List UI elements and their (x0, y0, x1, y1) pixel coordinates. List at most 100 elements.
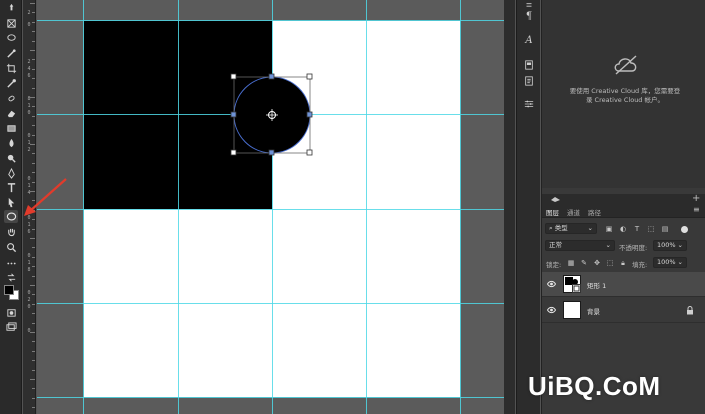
ruler-tick (32, 388, 35, 389)
layer-filter-value: 类型 (554, 224, 568, 232)
panel-add-icon[interactable]: + (692, 193, 700, 204)
eraser-tool-icon[interactable] (4, 107, 18, 120)
hand-tool-icon[interactable] (4, 226, 18, 239)
ruler-tick (32, 163, 35, 164)
canvas-workspace[interactable] (37, 0, 515, 414)
transform-handle[interactable] (230, 73, 237, 80)
ruler-tick (32, 172, 35, 173)
libraries-panel-icon[interactable] (521, 58, 537, 72)
ruler-tick (32, 153, 35, 154)
quick-select-tool-icon[interactable] (4, 47, 18, 60)
layer-thumbnail (563, 275, 581, 293)
opacity-label: 不透明度: (619, 244, 648, 252)
transform-handle[interactable] (230, 111, 237, 118)
site-watermark: UiBQ.CoM (528, 371, 661, 401)
layer-filter-select[interactable]: ⌕ 类型 ⌄ (545, 223, 597, 234)
ruler-number: 2 (27, 297, 31, 303)
cc-login-message: 要使用 Creative Cloud 库，您需要登 录 Creative Clo… (560, 87, 690, 105)
blend-mode-select[interactable]: 正常 ⌄ (545, 240, 615, 251)
paragraph-panel-icon[interactable]: ¶ (521, 9, 537, 23)
ruler-tick (32, 41, 35, 42)
tab-layers[interactable]: 图层 (546, 207, 559, 217)
properties-panel-icon[interactable] (521, 74, 537, 88)
eye-icon[interactable] (547, 280, 556, 288)
eye-icon[interactable] (547, 306, 556, 314)
pen-tool-icon[interactable] (4, 167, 18, 180)
ruler-tick (32, 12, 35, 13)
blur-tool-icon[interactable] (4, 137, 18, 150)
filter-shape-icon[interactable]: ⬚ (647, 225, 655, 233)
quick-mask-icon[interactable] (4, 306, 18, 319)
ruler-tick (32, 229, 35, 230)
ruler-number: 1 (27, 222, 31, 228)
swap-colors-icon[interactable] (4, 271, 18, 284)
ruler-tick (32, 69, 35, 70)
ruler-tick (30, 285, 35, 286)
filter-adjustment-icon[interactable]: ◐ (619, 225, 627, 233)
lasso-tool-icon[interactable] (4, 32, 18, 45)
crop-tool-icon[interactable] (4, 62, 18, 75)
lock-all-icon[interactable]: 🔒︎ (619, 259, 627, 267)
ruler-tick (32, 135, 35, 136)
ruler-number: 1 (27, 140, 31, 146)
lock-artboard-icon[interactable]: ⬚ (606, 259, 614, 267)
transform-handle[interactable] (268, 149, 275, 156)
shape-layer-badge-icon (572, 284, 581, 293)
ruler-tick (32, 22, 35, 23)
chevron-down-icon: ⌄ (605, 241, 611, 249)
lock-pixels-icon[interactable]: ✎ (580, 259, 588, 267)
artboard-tool-icon[interactable] (4, 17, 18, 30)
transform-handle[interactable] (230, 149, 237, 156)
move-tool-icon[interactable] (4, 2, 18, 15)
layers-panel-header[interactable]: + (542, 193, 705, 204)
layer-row-background[interactable]: 背景 (542, 298, 705, 323)
lock-icon (687, 306, 693, 315)
path-select-tool-icon[interactable] (4, 196, 18, 209)
gradient-tool-icon[interactable] (4, 122, 18, 135)
transform-handle[interactable] (306, 73, 313, 80)
adjustments-panel-icon[interactable] (521, 97, 537, 111)
cc-message-line-1: 要使用 Creative Cloud 库，您需要登 (569, 87, 681, 95)
eyedropper-tool-icon[interactable] (4, 77, 18, 90)
dodge-tool-icon[interactable] (4, 152, 18, 165)
zoom-tool-icon[interactable] (4, 241, 18, 254)
layer-name[interactable]: 矩形 1 (587, 280, 606, 290)
ruler-tick (32, 351, 35, 352)
screen-mode-icon[interactable] (4, 321, 18, 334)
fill-value: 100% (657, 258, 676, 266)
foreground-color-swatch[interactable] (4, 285, 14, 295)
right-panels: 要使用 Creative Cloud 库，您需要登 录 Creative Clo… (541, 0, 705, 414)
ruler-tick (32, 88, 35, 89)
type-tool-icon[interactable] (4, 181, 18, 194)
lock-transparent-icon[interactable]: ▦ (567, 259, 575, 267)
tab-paths[interactable]: 路径 (588, 207, 601, 217)
tab-channels[interactable]: 通道 (567, 207, 580, 217)
filter-type-icon[interactable]: T (633, 225, 641, 233)
transform-handle[interactable] (306, 149, 313, 156)
filter-smart-object-icon[interactable]: ▤ (661, 225, 669, 233)
ruler-tick (30, 3, 35, 4)
filter-pixel-icon[interactable]: ▣ (605, 225, 613, 233)
fill-label: 填充: (632, 261, 648, 269)
character-panel-icon[interactable]: A (521, 33, 537, 47)
ruler-number: 0 (27, 328, 31, 334)
transform-handle[interactable] (306, 111, 313, 118)
transform-handle[interactable] (268, 73, 275, 80)
more-tools-icon[interactable] (4, 257, 18, 270)
layers-panel-group-icon[interactable] (550, 195, 561, 203)
libraries-panel: 要使用 Creative Cloud 库，您需要登 录 Creative Clo… (542, 0, 705, 188)
opacity-input[interactable]: 100% ⌄ (653, 240, 687, 251)
ellipse-transform-overlay (230, 73, 313, 156)
red-arrow-annotation (24, 178, 67, 216)
panel-menu-icon[interactable]: ≡ (693, 205, 700, 214)
lock-position-icon[interactable]: ✥ (593, 259, 601, 267)
healing-brush-tool-icon[interactable] (4, 92, 18, 105)
fill-input[interactable]: 100% ⌄ (653, 257, 687, 268)
ruler-tick (32, 398, 35, 399)
layer-row-rectangle[interactable]: 矩形 1 (542, 272, 705, 297)
filter-toggle-icon[interactable] (681, 226, 688, 233)
ellipse-tool-icon[interactable] (4, 210, 18, 223)
canvas-vertical-scrollbar[interactable] (504, 0, 515, 414)
layer-name[interactable]: 背景 (587, 306, 600, 316)
ruler-tick (32, 78, 35, 79)
